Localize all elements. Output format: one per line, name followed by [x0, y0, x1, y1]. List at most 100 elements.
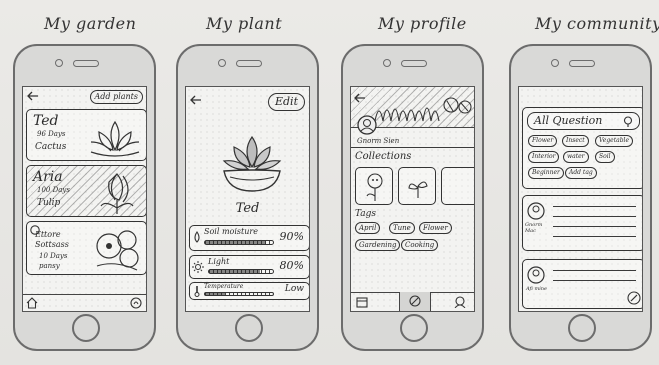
sprout-sketch-icon — [408, 181, 428, 198]
home-icon[interactable] — [26, 297, 38, 309]
water-drop-icon — [194, 231, 200, 243]
home-button[interactable] — [234, 314, 263, 342]
compose-icon[interactable] — [627, 291, 641, 305]
metric-value: 80% — [279, 259, 304, 272]
tag-chip[interactable]: Soil — [595, 151, 615, 163]
speaker — [235, 60, 262, 67]
home-button[interactable] — [71, 314, 100, 342]
collection-item[interactable] — [398, 167, 436, 205]
tag-chip[interactable]: Flower — [419, 222, 452, 234]
plant-screen-title: My plant — [206, 14, 283, 33]
back-arrow-icon[interactable] — [27, 91, 39, 101]
profile-username: Gnorm Sien — [357, 137, 400, 145]
question-panel: All Question Flower Insect Vegetable Int… — [522, 107, 642, 189]
camera — [551, 59, 559, 67]
plant-card-days: 100 Days — [37, 186, 70, 194]
question-search-bar[interactable]: All Question — [527, 112, 640, 130]
speaker — [400, 60, 427, 67]
community-tab-icon[interactable] — [454, 296, 466, 308]
phone-plant: Edit Ted Soil moisture 90% Light 80% Tem… — [176, 44, 319, 351]
tag-chip[interactable]: Beginner — [528, 167, 564, 179]
plant-screen: Edit Ted Soil moisture 90% Light 80% Tem… — [185, 86, 310, 312]
garden-tab-icon[interactable] — [356, 296, 368, 308]
plant-card-days: 96 Days — [37, 130, 66, 138]
back-arrow-icon[interactable] — [190, 95, 202, 105]
tag-chip[interactable]: Gardening — [355, 239, 401, 251]
plant-card-ted[interactable]: Ted 96 Days Cactus — [26, 109, 146, 161]
tag-chip[interactable]: Vegetable — [595, 135, 634, 147]
plant-card-days: 10 Days — [39, 252, 68, 260]
tag-chip[interactable]: Insect — [562, 135, 589, 147]
collection-item[interactable] — [441, 167, 474, 205]
user-avatar-icon — [527, 202, 545, 220]
temperature-bar — [204, 292, 274, 296]
tag-chip[interactable]: Tune — [389, 222, 415, 234]
light-bar — [208, 269, 274, 274]
garden-screen: Add plants Ted 96 Days Cactus Aria 100 D… — [22, 86, 147, 312]
speaker — [72, 60, 99, 67]
sketch-sheet: My garden My plant My profile My communi… — [0, 0, 659, 365]
light-card: Light 80% — [189, 255, 309, 279]
bottom-tab-bar — [23, 294, 146, 311]
collection-item[interactable] — [355, 167, 393, 205]
add-tag-button[interactable]: Add tag — [565, 167, 597, 179]
home-button[interactable] — [399, 314, 428, 342]
light-bar-fill — [209, 270, 261, 273]
phone-garden: Add plants Ted 96 Days Cactus Aria 100 D… — [13, 44, 156, 351]
profile-avatar[interactable] — [357, 115, 377, 135]
plant-card-species: Cactus — [35, 142, 67, 152]
post-text-line — [553, 216, 636, 218]
question-heading: All Question — [534, 114, 603, 127]
community-tab-icon[interactable] — [130, 297, 142, 309]
post-text-line — [553, 270, 636, 272]
divider — [351, 147, 474, 149]
search-icon — [623, 116, 633, 127]
camera — [218, 59, 226, 67]
plant-name: Ted — [235, 201, 260, 216]
community-screen-title: My community — [535, 14, 659, 33]
post-author: Gnorm Mac — [525, 222, 543, 234]
speaker — [568, 60, 595, 67]
potted-succulent-icon — [222, 135, 282, 192]
post-text-line — [553, 206, 636, 208]
succulent-sketch-icon — [90, 120, 140, 157]
thermometer-icon — [194, 286, 200, 297]
tag-chip[interactable]: water — [563, 151, 589, 163]
temperature-card: Temperature Low — [189, 282, 309, 300]
flower-sketch-icon — [366, 173, 383, 201]
plant-card-name: Ettore Sottsass — [35, 230, 69, 249]
post-text-line — [553, 280, 636, 282]
soil-moisture-card: Soil moisture 90% — [189, 225, 309, 251]
user-avatar-icon — [527, 266, 545, 284]
back-arrow-icon[interactable] — [354, 93, 366, 103]
plant-card-species: Tulip — [37, 198, 61, 208]
tag-chip[interactable]: Cooking — [401, 239, 439, 251]
post-text-line — [553, 226, 636, 228]
camera — [383, 59, 391, 67]
tag-chip[interactable]: April — [355, 222, 381, 234]
post-card[interactable]: Afi mine — [522, 259, 642, 309]
post-author: Afi mine — [526, 286, 547, 292]
pansy-sketch-icon — [96, 230, 139, 271]
profile-screen-title: My profile — [378, 14, 467, 33]
profile-tab-icon — [409, 295, 421, 307]
profile-tab-active[interactable] — [399, 292, 431, 311]
phone-profile: Gnorm Sien Collections Tags April Tune F… — [341, 44, 484, 351]
temperature-bar-fill — [205, 293, 226, 295]
edit-button[interactable]: Edit — [267, 93, 305, 111]
tag-chip[interactable]: Flower — [528, 135, 558, 147]
tags-heading: Tags — [355, 209, 377, 219]
garden-screen-title: My garden — [44, 14, 137, 33]
post-card[interactable]: Gnorm Mac — [522, 195, 642, 251]
post-text-line — [553, 236, 636, 238]
community-screen: All Question Flower Insect Vegetable Int… — [518, 86, 643, 312]
plant-card-aria[interactable]: Aria 100 Days Tulip — [26, 165, 146, 217]
home-button[interactable] — [567, 314, 596, 342]
collections-heading: Collections — [355, 151, 412, 162]
plant-card-name: Ted — [33, 113, 59, 129]
metric-label: Temperature — [204, 283, 244, 290]
tag-chip[interactable]: Interior — [528, 151, 560, 163]
add-plants-button[interactable]: Add plants — [89, 90, 143, 104]
soil-moisture-bar — [204, 240, 274, 245]
plant-card-ettore[interactable]: Ettore Sottsass 10 Days pansy — [26, 221, 146, 275]
